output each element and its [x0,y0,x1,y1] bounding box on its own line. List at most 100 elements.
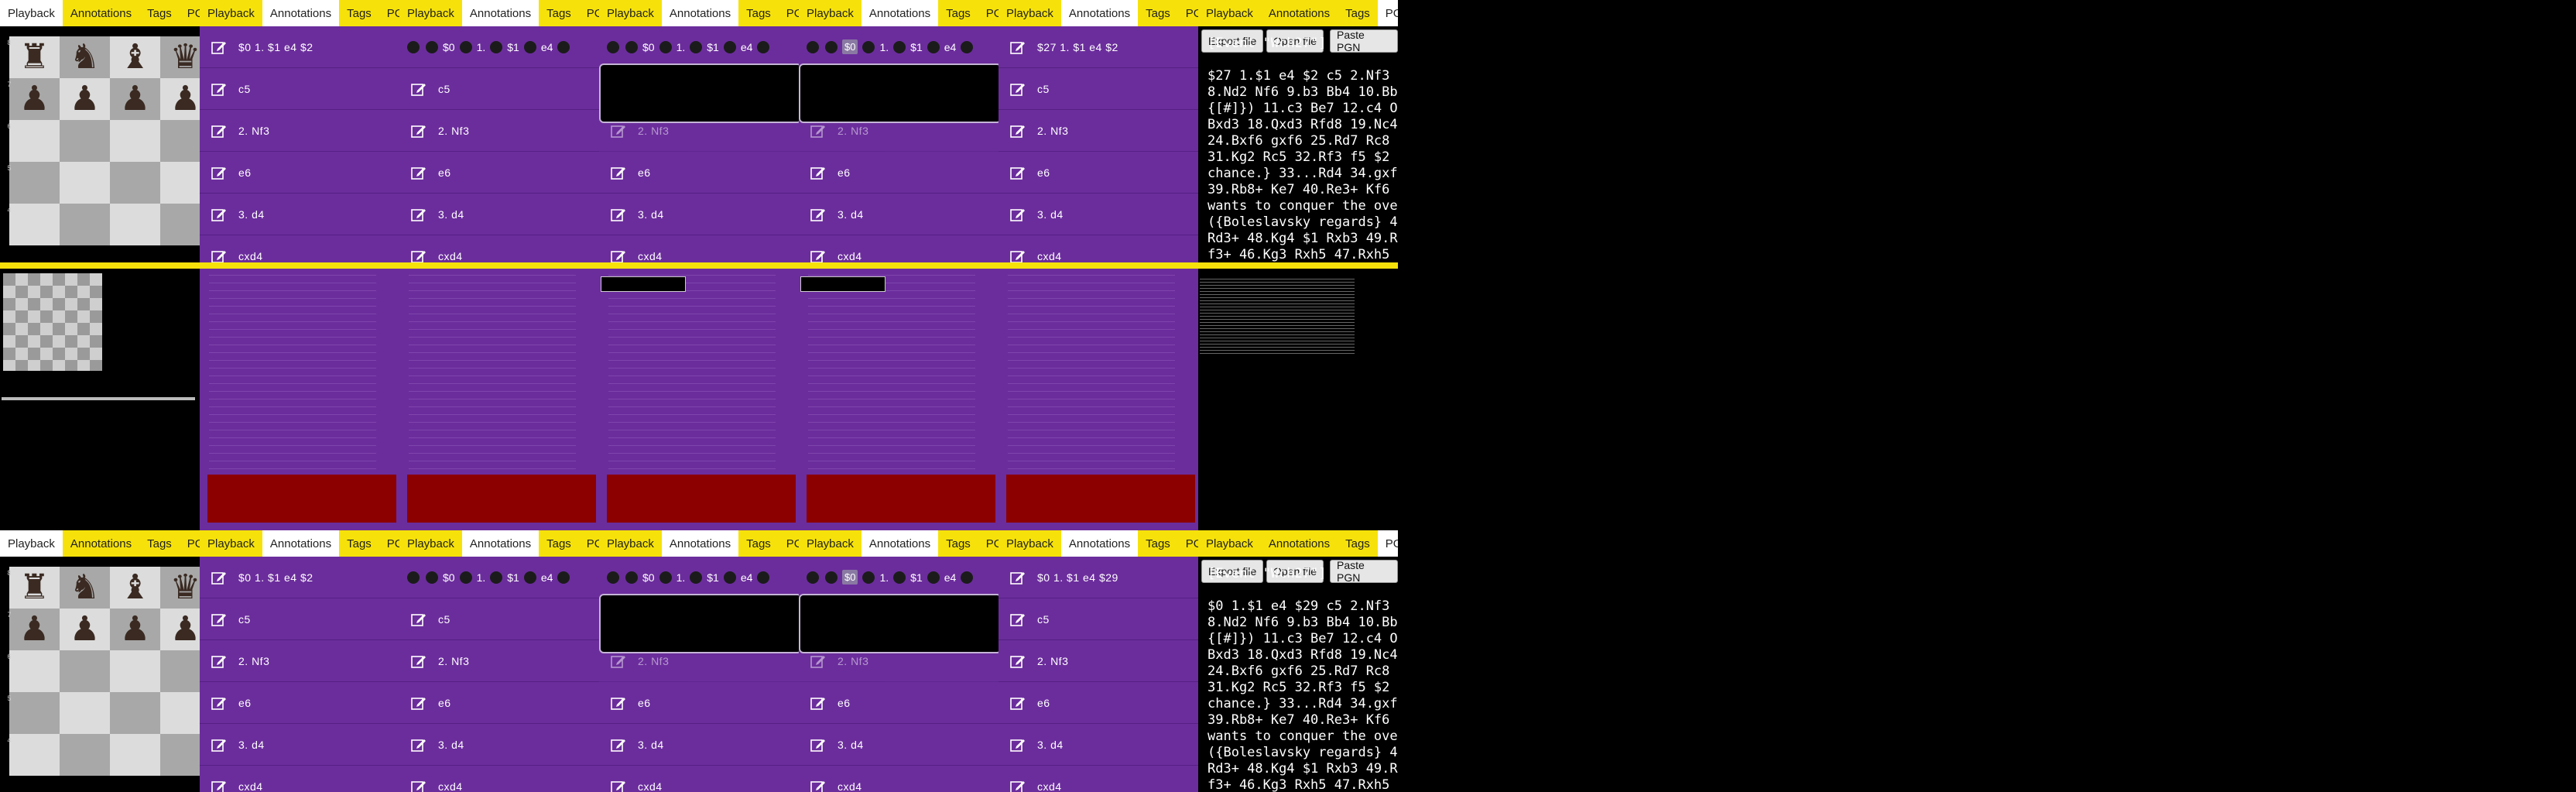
board-square[interactable]: ♛ [160,567,200,609]
tab-annotations[interactable]: Annotations [1060,0,1139,26]
nag-circle-icon[interactable] [723,40,736,53]
tab-playback[interactable]: Playback [999,530,1061,557]
tab-annotations[interactable]: Annotations [1261,0,1338,26]
edit-icon[interactable] [211,694,228,711]
edit-icon[interactable] [211,778,228,792]
annotation-row[interactable]: cxd4 [799,766,999,792]
nag-label[interactable]: $1 [910,571,923,584]
board-square[interactable]: ♜ [9,567,60,609]
board-square[interactable] [110,162,160,204]
nag-circle-icon[interactable] [893,40,906,53]
tab-playback[interactable]: Playback [399,0,462,26]
annotation-row[interactable]: $0 1. $1 e4 [599,26,799,68]
tab-tags[interactable]: Tags [738,530,779,557]
edit-icon[interactable] [610,694,627,711]
annotation-row[interactable]: 2. Nf3 [999,110,1198,152]
annotation-row[interactable]: e6 [999,682,1198,724]
annotation-row[interactable]: 3. d4 [200,194,399,235]
board-square[interactable] [110,120,160,162]
annotation-row[interactable]: 2. Nf3 [399,640,599,682]
nag-label[interactable]: $1 [507,571,519,584]
nag-circle-icon[interactable] [659,571,672,584]
edit-icon[interactable] [810,694,827,711]
edit-icon[interactable] [1009,778,1026,792]
board-square[interactable]: ♞ [60,36,110,78]
nag-circle-icon[interactable] [607,571,619,584]
edit-icon[interactable] [810,164,827,181]
board-square[interactable] [160,120,200,162]
tab-pgn[interactable]: PGN [180,0,200,26]
tab-pgn[interactable]: PGN [779,530,799,557]
annotation-row[interactable]: e6 [200,152,399,194]
nag-selector-popup[interactable] [799,63,999,123]
tab-pgn[interactable]: PGN [579,530,599,557]
board-square[interactable]: ♟ [110,78,160,120]
nag-label[interactable]: $0 [443,571,455,584]
edit-icon[interactable] [211,122,228,139]
tab-playback[interactable]: Playback [599,0,662,26]
nag-circle-icon[interactable] [862,40,875,53]
annotation-row[interactable]: 3. d4 [999,194,1198,235]
nag-circle-icon[interactable] [523,40,536,53]
tab-playback[interactable]: Playback [399,530,462,557]
nag-circle-icon[interactable] [825,571,838,584]
tab-tags[interactable]: Tags [139,530,180,557]
annotation-row[interactable]: e6 [599,682,799,724]
nag-circle-icon[interactable] [893,571,906,584]
nag-selector-popup[interactable] [799,594,999,653]
annotation-row[interactable]: 3. d4 [200,724,399,766]
board-square[interactable]: ♟ [160,78,200,120]
tab-playback[interactable]: Playback [799,530,862,557]
edit-icon[interactable] [410,778,427,792]
tab-pgn[interactable]: PGN [779,0,799,26]
nag-label[interactable]: $1 [707,571,719,584]
board-square[interactable] [160,162,200,204]
tab-tags[interactable]: Tags [1138,530,1178,557]
nag-label[interactable]: $0 [443,41,455,53]
board-square[interactable] [110,734,160,776]
nag-circle-icon[interactable] [862,571,875,584]
board-square[interactable] [160,734,200,776]
edit-icon[interactable] [410,611,427,628]
edit-icon[interactable] [1009,569,1026,586]
edit-icon[interactable] [211,164,228,181]
tab-pgn[interactable]: PGN [1377,530,1398,557]
board-square[interactable]: ♟ [110,609,160,650]
board-square[interactable] [9,204,60,245]
nag-circle-icon[interactable] [807,571,819,584]
tab-tags[interactable]: Tags [938,530,978,557]
annotation-row[interactable]: $0 1. $1 e4 $29 [999,557,1198,598]
tab-playback[interactable]: Playback [799,0,862,26]
tab-annotations[interactable]: Annotations [262,530,340,557]
tab-pgn[interactable]: PGN [379,0,399,26]
annotation-row[interactable]: cxd4 [999,766,1198,792]
edit-icon[interactable] [410,736,427,753]
annotation-row[interactable]: e6 [799,682,999,724]
annotation-row[interactable]: 2. Nf3 [200,110,399,152]
edit-icon[interactable] [211,653,228,670]
board-square[interactable] [9,650,60,692]
tab-annotations[interactable]: Annotations [1261,530,1338,557]
nag-circle-icon[interactable] [557,571,570,584]
annotation-row[interactable]: cxd4 [599,766,799,792]
nag-circle-icon[interactable] [723,571,736,584]
annotation-row[interactable]: $0 1. $1 e4 $2 [200,26,399,68]
pgn-text[interactable]: [Event "Wch27"] $0 1.$1 e4 $29 c5 2.Nf3 e… [1208,566,1398,792]
nag-circle-icon[interactable] [407,40,420,53]
board-square[interactable] [160,692,200,734]
board-square[interactable] [160,204,200,245]
annotation-row[interactable]: e6 [799,152,999,194]
board-square[interactable]: ♟ [60,78,110,120]
tab-annotations[interactable]: Annotations [461,0,540,26]
tab-playback[interactable]: Playback [0,0,63,26]
annotation-row[interactable]: 3. d4 [999,724,1198,766]
nag-selector-popup[interactable] [599,594,799,653]
nag-circle-icon[interactable] [426,40,438,53]
tab-annotations[interactable]: Annotations [861,0,939,26]
tab-annotations[interactable]: Annotations [63,0,139,26]
edit-icon[interactable] [410,122,427,139]
tab-tags[interactable]: Tags [139,0,180,26]
nag-circle-icon[interactable] [459,571,472,584]
edit-icon[interactable] [1009,206,1026,223]
edit-icon[interactable] [810,653,827,670]
